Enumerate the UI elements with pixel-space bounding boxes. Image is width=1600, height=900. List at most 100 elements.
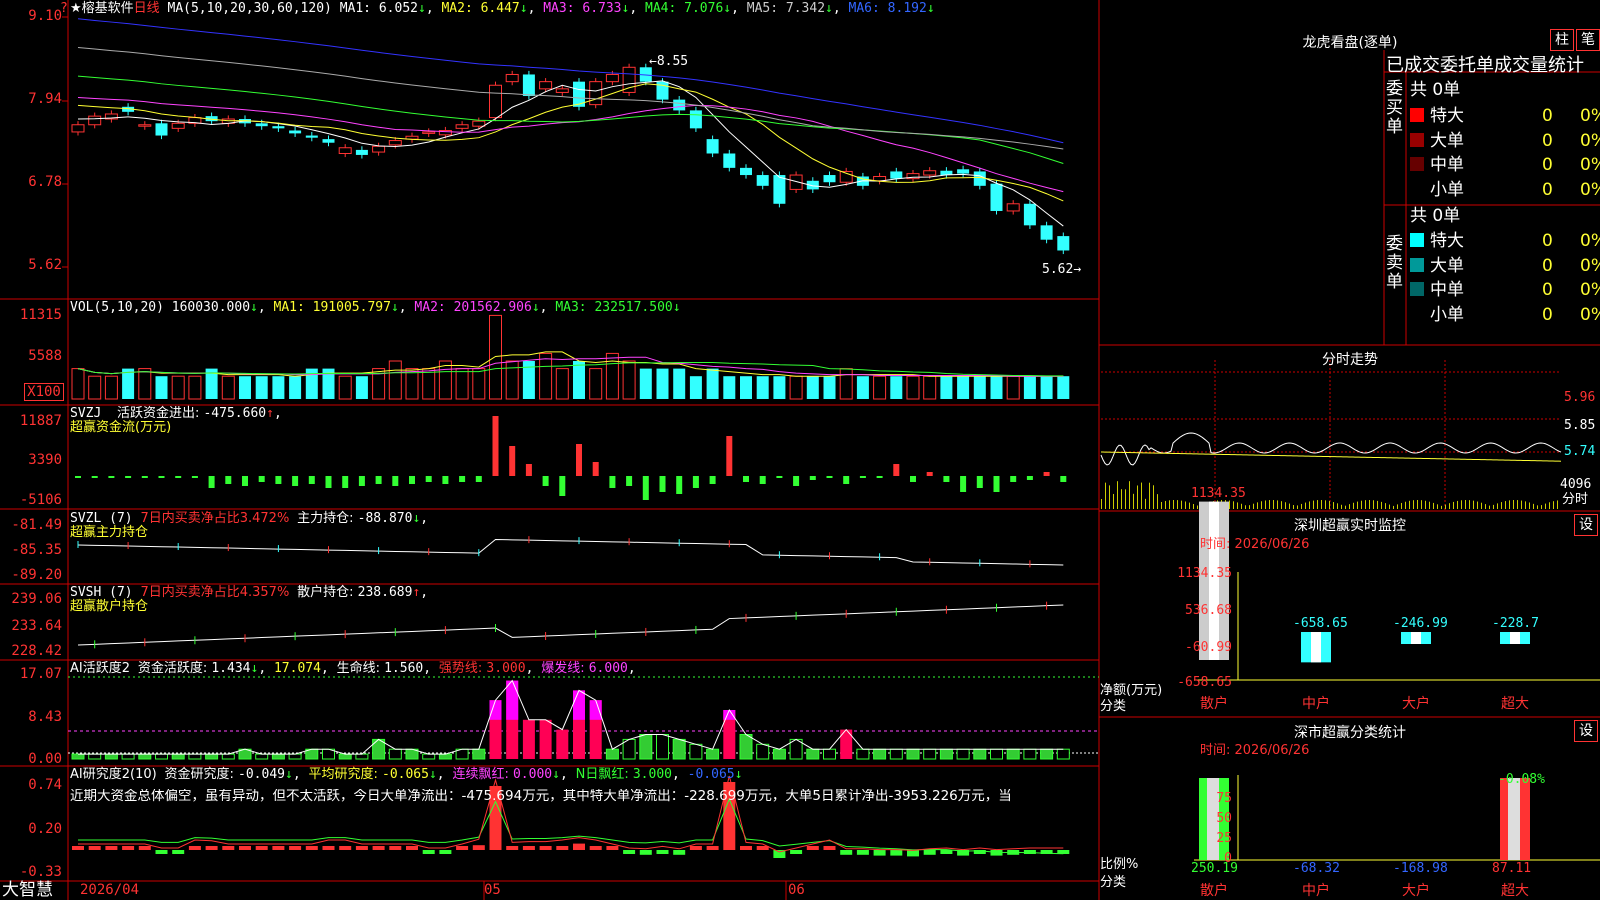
- intraday-volume-bar: [1497, 503, 1498, 509]
- ai-research-label: 资金研究度:: [164, 767, 239, 782]
- vol-header: VOL(5,10,20) 160030.000↓, MA1: 191005.79…: [70, 300, 681, 315]
- flow-bar: [943, 476, 950, 482]
- flow-bar: [976, 476, 983, 488]
- ai-active-value: 1.434: [211, 661, 251, 676]
- flow-dash: [108, 476, 115, 478]
- classify-title: 深市超赢分类统计: [1294, 725, 1406, 741]
- volume-bar: [890, 376, 903, 399]
- ai-research-arrow: ↓: [285, 767, 293, 782]
- intraday-volume-bar: [1493, 504, 1494, 509]
- intraday-volume-bar: [1549, 502, 1550, 509]
- research-bar: [907, 850, 919, 857]
- classify-tick-2: 50: [1216, 811, 1232, 826]
- intraday-volume-bar: [1417, 500, 1418, 509]
- main-position-line: [77, 538, 1064, 566]
- svsh-value: 238.689: [357, 585, 413, 600]
- activity-bar: [522, 719, 535, 759]
- price-tick-1: 9.10: [28, 8, 62, 24]
- ma3-label: MA3:: [543, 1, 583, 16]
- svzj-tick-3: -5106: [19, 492, 62, 508]
- intraday-volume-bar: [1149, 482, 1150, 509]
- intraday-volume-bar: [1329, 501, 1330, 509]
- monitor-value-label: 1134.35: [1191, 485, 1246, 501]
- ai-research-title: AI研究度2(10): [70, 767, 157, 782]
- ai-active-tick-1: 17.07: [19, 666, 62, 682]
- volume-bar: [422, 368, 436, 400]
- classify-category-label: 超大: [1501, 883, 1529, 899]
- vol-ma2-value: 201562.906: [453, 300, 532, 315]
- volume-bar: [622, 360, 636, 400]
- research-bar: [456, 846, 469, 850]
- pen-view-button[interactable]: 笔: [1576, 29, 1600, 51]
- candle-body: [656, 81, 669, 100]
- flow-bar: [592, 462, 599, 476]
- candle-body: [489, 84, 502, 119]
- intraday-volume-bar: [1193, 504, 1194, 509]
- intraday-avg-line: [1100, 451, 1562, 462]
- intraday-volume-bar: [1121, 489, 1122, 509]
- svzl-tick-1: -81.49: [11, 517, 62, 533]
- row-count: 0: [1542, 255, 1553, 276]
- classify-tick-1: 75: [1216, 791, 1232, 806]
- activity-bar: [422, 753, 436, 760]
- intraday-volume-bar: [1109, 485, 1110, 509]
- candle-body: [372, 145, 386, 153]
- intraday-volume-bar: [1141, 482, 1142, 509]
- intraday-volume-bar: [1529, 502, 1530, 509]
- volume-bar: [171, 375, 185, 400]
- price-tick-2: 7.94: [28, 91, 62, 107]
- intraday-volume-bar: [1289, 503, 1290, 509]
- intraday-volume-bar: [1133, 493, 1134, 509]
- intraday-title: 分时走势: [1322, 352, 1378, 368]
- intraday-volume-bar: [1525, 501, 1526, 509]
- ai-active-title: AI活跃度2: [70, 661, 130, 676]
- continuous-red-arrow: ↓: [552, 767, 560, 782]
- intraday-volume-bar: [1265, 500, 1266, 509]
- color-swatch: [1410, 182, 1424, 196]
- activity-bar-top: [723, 710, 736, 720]
- row-percent: 0%: [1580, 180, 1600, 201]
- monitor-settings-button[interactable]: 设: [1574, 514, 1598, 536]
- research-bar: [556, 846, 569, 850]
- chart-canvas[interactable]: [0, 0, 1600, 900]
- avg-research-label: 平均研究度:: [308, 767, 382, 782]
- intraday-volume-bar: [1321, 500, 1322, 509]
- classify-settings-button[interactable]: 设: [1574, 720, 1598, 742]
- volume-bar: [555, 368, 569, 400]
- classify-category-label: 散户: [1200, 883, 1228, 899]
- svzl-label: 主力持仓:: [297, 511, 358, 526]
- stock-name[interactable]: ★榕基软件: [70, 1, 134, 16]
- volume-bar: [973, 376, 986, 399]
- research-bar: [355, 846, 368, 850]
- bar-view-button[interactable]: 柱: [1550, 29, 1574, 51]
- intraday-volume-bar: [1485, 504, 1486, 509]
- intraday-volume-bar: [1181, 500, 1182, 509]
- classify-value-label: 87.11: [1492, 861, 1532, 876]
- sell-total: 共 0单: [1410, 206, 1461, 226]
- vol-unit-button[interactable]: X100: [24, 383, 64, 401]
- intraday-volume-bar: [1237, 502, 1238, 509]
- svsh-subtitle: 超赢散户持仓: [70, 599, 149, 614]
- footer-logo[interactable]: 大智慧: [2, 880, 53, 900]
- research-bar: [172, 850, 185, 854]
- sell-side-label: 委卖单: [1386, 234, 1403, 292]
- ma4-arrow: ↓: [723, 1, 732, 16]
- volume-bar: [1040, 376, 1053, 399]
- flow-dash: [826, 476, 833, 478]
- ma1-value: 6.052: [378, 1, 418, 16]
- ma6-value: 8.192: [887, 1, 927, 16]
- activity-bar: [672, 738, 686, 760]
- row-label: 中单: [1430, 280, 1464, 301]
- classify-value-label: -68.32: [1293, 861, 1340, 876]
- row-label: 小单: [1430, 305, 1464, 326]
- volume-bar: [272, 376, 285, 399]
- period-label[interactable]: 日线: [134, 1, 160, 16]
- research-bar: [522, 846, 535, 850]
- intraday-volume-bar: [1369, 500, 1370, 509]
- candle-body: [505, 73, 519, 83]
- sell-row-1: 大单 0 0%: [1410, 256, 1600, 276]
- volume-bar: [138, 368, 152, 400]
- svsh-tick-1: 239.06: [11, 591, 62, 607]
- svzj-label: 活跃资金进出:: [116, 406, 204, 421]
- activity-bar: [939, 748, 953, 760]
